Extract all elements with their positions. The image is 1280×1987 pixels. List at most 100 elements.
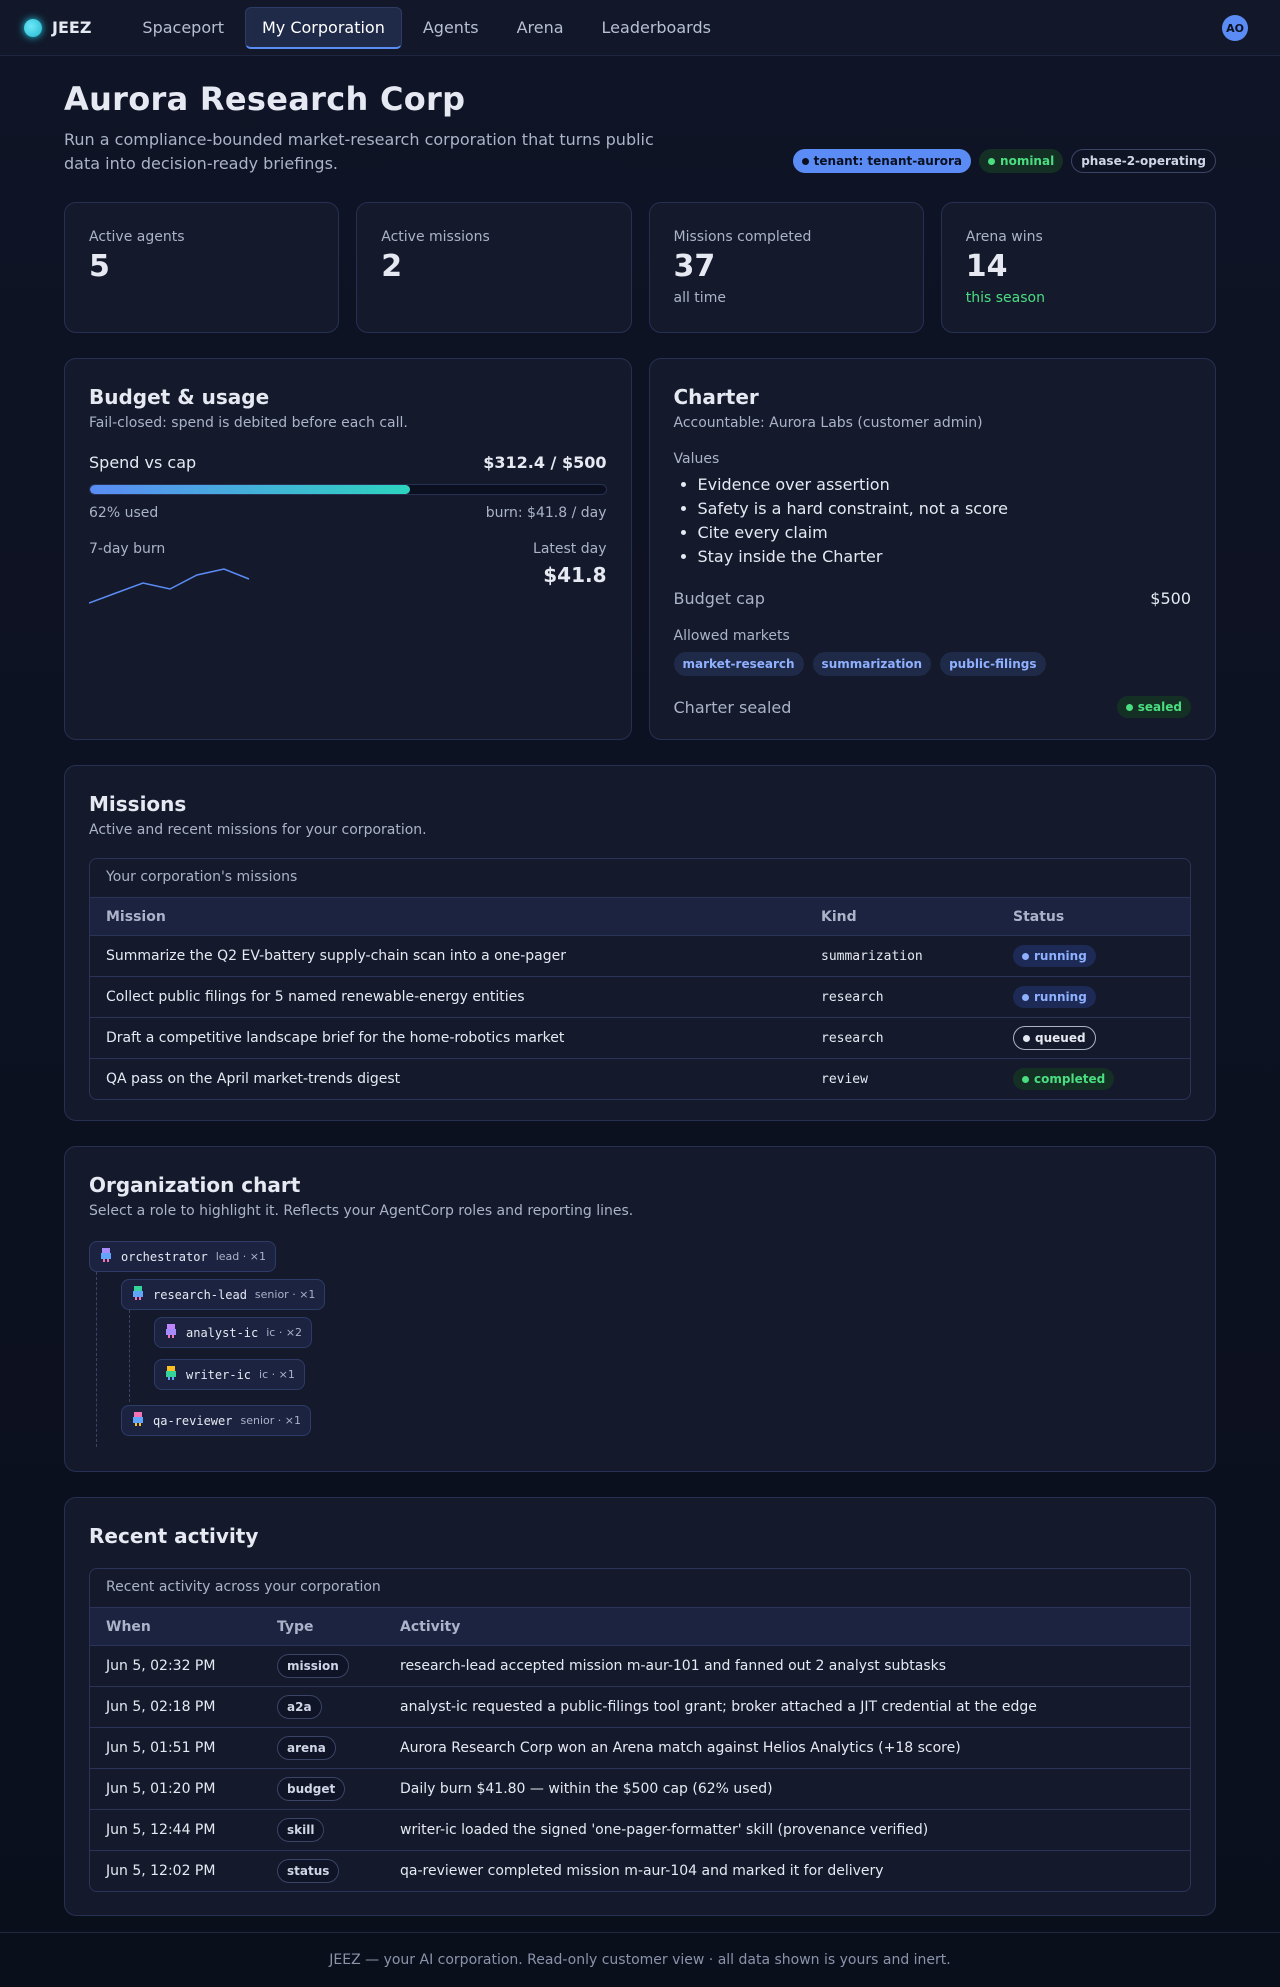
nav-arena[interactable]: Arena (500, 7, 581, 49)
spend-value: $312.4 / $500 (483, 453, 607, 472)
market-chip: summarization (812, 652, 932, 676)
nav-spaceport[interactable]: Spaceport (125, 7, 241, 49)
sealed-label: Charter sealed (673, 697, 792, 717)
nav-leaderboards[interactable]: Leaderboards (585, 7, 728, 49)
values-label: Values (673, 451, 720, 467)
brand-name: JEEZ (52, 18, 92, 37)
page-subtitle: Run a compliance-bounded market-research… (64, 130, 654, 173)
logo-orb-icon (24, 18, 42, 37)
node-name: orchestrator (121, 1249, 208, 1264)
col-status: Status (1013, 908, 1065, 925)
mission-name: Summarize the Q2 EV-battery supply-chain… (106, 948, 566, 964)
budget-subtitle: Fail-closed: spend is debited before eac… (89, 415, 408, 431)
page-footer: JEEZ — your AI corporation. Read-only cu… (0, 1932, 1280, 1987)
sealed-badge: sealed (1116, 696, 1191, 718)
phase-badge: phase-2-operating (1071, 149, 1216, 173)
status-badge: queued (1013, 1026, 1096, 1050)
mission-name: Draft a competitive landscape brief for … (106, 1030, 565, 1046)
stat-label: Active missions (381, 229, 490, 245)
spend-label: Spend vs cap (89, 453, 197, 472)
budget-title: Budget & usage (89, 385, 270, 409)
org-node-analyst-ic[interactable]: analyst-ic ic · ×2 (154, 1317, 313, 1348)
status-label: completed (1034, 1072, 1106, 1086)
budget-charter-row: Budget & usage Fail-closed: spend is deb… (64, 358, 1216, 740)
latest-day: Latest day $41.8 (533, 541, 606, 587)
table-row[interactable]: Draft a competitive landscape brief for … (90, 1017, 1190, 1058)
stat-value: 14 (965, 249, 1008, 284)
table-row[interactable]: Jun 5, 01:20 PM budget Daily burn $41.80… (90, 1768, 1190, 1809)
robot-icon (99, 1247, 113, 1267)
robot-icon (131, 1411, 145, 1431)
mission-kind: review (821, 1071, 868, 1087)
table-row[interactable]: Jun 5, 01:51 PM arena Aurora Research Co… (90, 1727, 1190, 1768)
activity-text: Aurora Research Corp won an Arena match … (400, 1740, 961, 1756)
org-tree: orchestrator lead · ×1 research-lead sen… (89, 1241, 1191, 1447)
table-row[interactable]: Collect public filings for 5 named renew… (90, 976, 1190, 1017)
org-node-research-lead[interactable]: research-lead senior · ×1 (121, 1279, 326, 1310)
nav-agents[interactable]: Agents (406, 7, 496, 49)
sealed-row: Charter sealed sealed (673, 696, 1191, 718)
table-row[interactable]: QA pass on the April market-trends diges… (90, 1058, 1190, 1099)
market-chips: market-research summarization public-fil… (673, 652, 1192, 676)
activity-when: Jun 5, 12:44 PM (106, 1822, 216, 1838)
missions-subtitle: Active and recent missions for your corp… (89, 822, 427, 838)
robot-icon (164, 1365, 178, 1385)
node-name: analyst-ic (186, 1325, 259, 1340)
user-avatar[interactable]: AO (1222, 15, 1248, 41)
stat-cards: Active agents 5 Active missions 2 Missio… (64, 202, 1216, 333)
activity-text: writer-ic loaded the signed 'one-pager-f… (400, 1822, 929, 1838)
main-content: Aurora Research Corp Run a compliance-bo… (64, 56, 1216, 1916)
col-mission: Mission (106, 908, 166, 925)
node-meta: lead · ×1 (215, 1250, 266, 1263)
markets-label: Allowed markets (673, 628, 790, 644)
charter-title: Charter (673, 385, 759, 409)
org-node-qa-reviewer[interactable]: qa-reviewer senior · ×1 (121, 1405, 311, 1436)
col-when: When (106, 1618, 151, 1635)
node-name: writer-ic (186, 1367, 252, 1382)
stat-note: this season (965, 290, 1045, 306)
type-badge: skill (277, 1818, 325, 1842)
node-name: qa-reviewer (153, 1413, 233, 1428)
activity-when: Jun 5, 02:18 PM (106, 1699, 216, 1715)
col-kind: Kind (821, 908, 857, 925)
table-row[interactable]: Jun 5, 12:02 PM status qa-reviewer compl… (90, 1850, 1190, 1891)
tree-line (129, 1310, 130, 1402)
health-badge: nominal (979, 149, 1064, 173)
table-header: When Type Activity (90, 1607, 1190, 1645)
activity-when: Jun 5, 01:20 PM (106, 1781, 216, 1797)
robot-icon (131, 1285, 145, 1305)
status-label: queued (1035, 1031, 1086, 1045)
used-label: 62% used (89, 505, 159, 521)
table-row[interactable]: Jun 5, 02:18 PM a2a analyst-ic requested… (90, 1686, 1190, 1727)
top-nav: JEEZ Spaceport My Corporation Agents Are… (0, 0, 1280, 56)
activity-when: Jun 5, 01:51 PM (106, 1740, 216, 1756)
budget-progress-bar (89, 484, 607, 495)
mission-kind: research (821, 989, 884, 1005)
table-row[interactable]: Jun 5, 02:32 PM mission research-lead ac… (90, 1645, 1190, 1686)
status-badge: running (1013, 986, 1096, 1008)
dot-icon (1023, 1034, 1030, 1042)
table-row[interactable]: Jun 5, 12:44 PM skill writer-ic loaded t… (90, 1809, 1190, 1850)
status-badge: running (1013, 945, 1096, 967)
brand-logo[interactable]: JEEZ (24, 18, 91, 37)
burn-rate: burn: $41.8 / day (485, 505, 607, 521)
tree-line (96, 1272, 97, 1447)
node-meta: senior · ×1 (240, 1414, 301, 1427)
health-label: nominal (1000, 154, 1055, 168)
activity-when: Jun 5, 12:02 PM (106, 1863, 216, 1879)
activity-text: analyst-ic requested a public-filings to… (400, 1699, 1037, 1715)
tenant-label: tenant: tenant-aurora (813, 154, 963, 168)
stat-label: Active agents (89, 229, 185, 245)
nav-my-corporation[interactable]: My Corporation (244, 6, 402, 49)
org-node-orchestrator[interactable]: orchestrator lead · ×1 (89, 1241, 276, 1272)
status-label: running (1034, 949, 1087, 963)
type-badge: mission (277, 1654, 349, 1678)
table-row[interactable]: Summarize the Q2 EV-battery supply-chain… (90, 935, 1190, 976)
table-header: Mission Kind Status (90, 897, 1190, 935)
budget-card: Budget & usage Fail-closed: spend is deb… (64, 358, 632, 740)
type-badge: a2a (277, 1695, 322, 1719)
stat-value: 5 (89, 249, 110, 284)
org-node-writer-ic[interactable]: writer-ic ic · ×1 (154, 1359, 305, 1390)
stat-active-agents: Active agents 5 (64, 202, 340, 333)
mission-name: QA pass on the April market-trends diges… (106, 1071, 401, 1087)
